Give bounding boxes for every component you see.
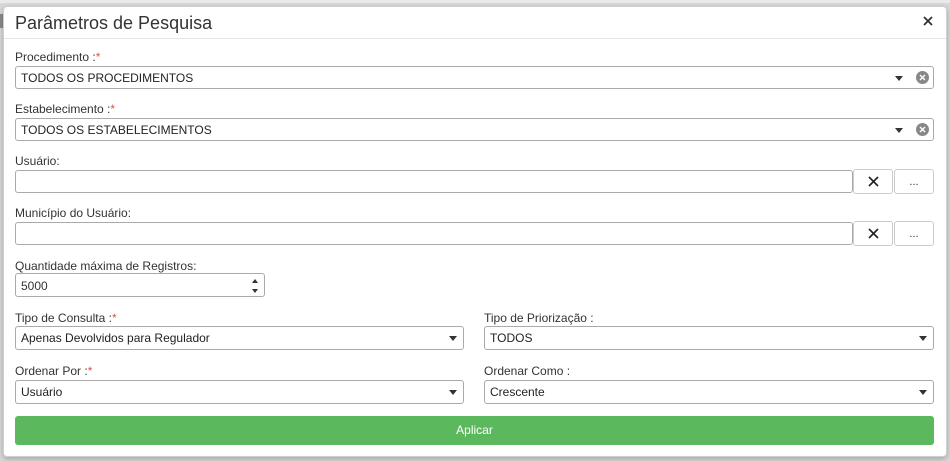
tipo-priorizacao-value: TODOS (490, 331, 533, 345)
tipo-priorizacao-label: Tipo de Priorização : (484, 311, 594, 325)
ordenar-como-label: Ordenar Como : (484, 364, 571, 378)
estabelecimento-select[interactable]: TODOS OS ESTABELECIMENTOS (15, 118, 934, 141)
chevron-down-icon (895, 128, 903, 133)
tipo-consulta-label: Tipo de Consulta :* (15, 311, 117, 325)
usuario-input[interactable] (15, 170, 853, 193)
search-params-dialog: Parâmetros de Pesquisa Procedimento :* T… (3, 6, 947, 457)
usuario-clear-button[interactable] (853, 169, 893, 194)
chevron-down-icon (449, 390, 457, 395)
estabelecimento-label: Estabelecimento :* (15, 102, 116, 116)
spinner-down-icon[interactable] (252, 289, 258, 293)
quantidade-input[interactable]: 5000 (15, 273, 265, 297)
x-icon (868, 228, 879, 239)
quantidade-value: 5000 (21, 279, 48, 293)
procedimento-label: Procedimento :* (15, 50, 101, 64)
spinner-up-icon[interactable] (252, 279, 258, 283)
municipio-browse-label: ... (909, 228, 919, 240)
municipio-clear-button[interactable] (853, 221, 893, 246)
apply-button[interactable]: Aplicar (15, 416, 934, 445)
chevron-down-icon (895, 76, 903, 81)
usuario-browse-label: ... (909, 176, 919, 188)
chevron-down-icon (449, 336, 457, 341)
procedimento-value: TODOS OS PROCEDIMENTOS (21, 71, 194, 85)
quantidade-label: Quantidade máxima de Registros: (15, 259, 197, 273)
tipo-consulta-select[interactable]: Apenas Devolvidos para Regulador (15, 326, 464, 350)
tipo-priorizacao-select[interactable]: TODOS (484, 326, 934, 350)
x-icon (868, 176, 879, 187)
municipio-browse-button[interactable]: ... (894, 221, 934, 246)
procedimento-select[interactable]: TODOS OS PROCEDIMENTOS (15, 66, 934, 89)
ordenar-por-value: Usuário (21, 385, 63, 399)
municipio-input[interactable] (15, 222, 853, 245)
clear-circle-icon[interactable] (916, 71, 929, 84)
dialog-header: Parâmetros de Pesquisa (4, 7, 946, 39)
ordenar-como-select[interactable]: Crescente (484, 380, 934, 404)
background-strip (0, 0, 950, 3)
close-icon[interactable] (922, 15, 934, 27)
ordenar-por-select[interactable]: Usuário (15, 380, 464, 404)
estabelecimento-value: TODOS OS ESTABELECIMENTOS (21, 123, 212, 137)
chevron-down-icon (919, 390, 927, 395)
ordenar-por-label: Ordenar Por :* (15, 364, 93, 378)
tipo-consulta-value: Apenas Devolvidos para Regulador (21, 331, 210, 345)
usuario-label: Usuário: (15, 154, 60, 168)
usuario-browse-button[interactable]: ... (894, 169, 934, 194)
chevron-down-icon (919, 336, 927, 341)
clear-circle-icon[interactable] (916, 123, 929, 136)
ordenar-como-value: Crescente (490, 385, 545, 399)
municipio-label: Município do Usuário: (15, 206, 132, 220)
dialog-title: Parâmetros de Pesquisa (15, 13, 213, 33)
